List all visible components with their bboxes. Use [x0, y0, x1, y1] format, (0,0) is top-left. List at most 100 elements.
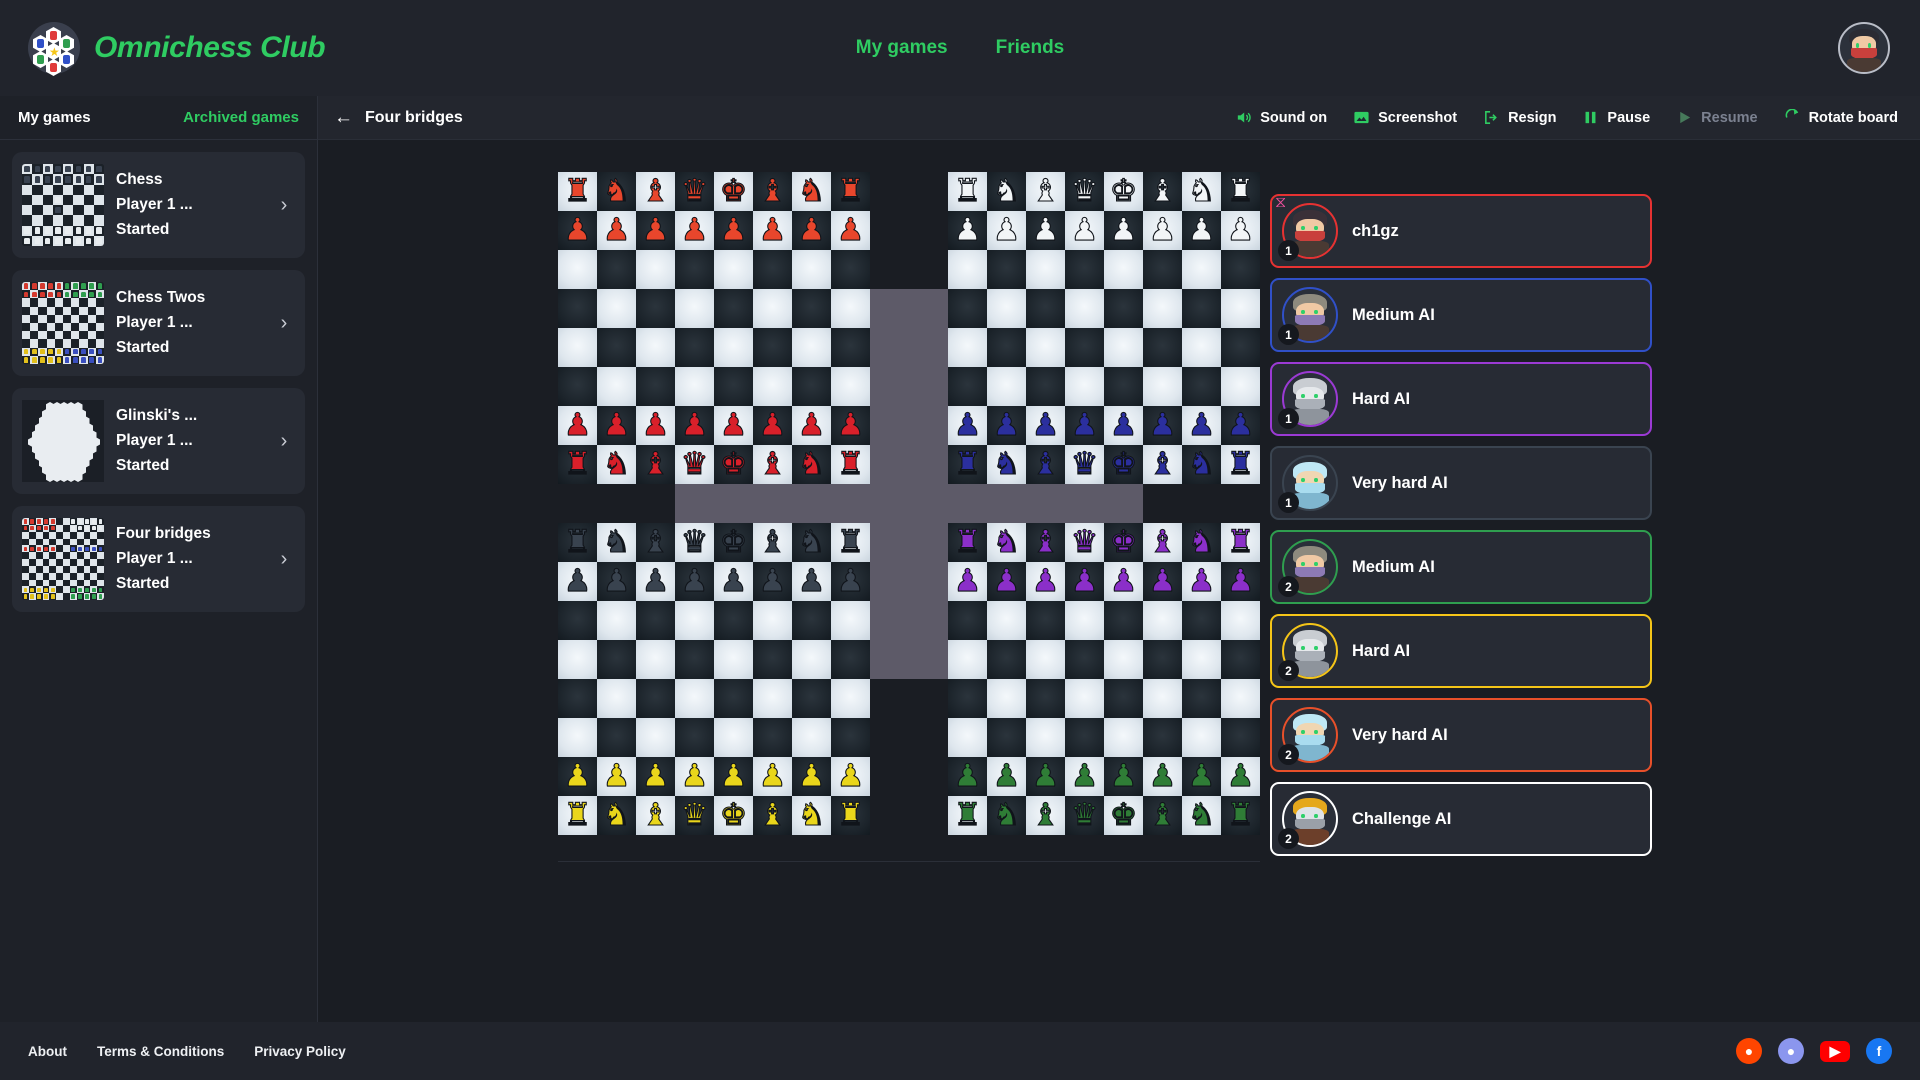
board-square[interactable]: ♝	[753, 445, 792, 484]
board-square[interactable]: ♟	[558, 406, 597, 445]
chess-piece[interactable]: ♜	[831, 523, 870, 562]
board-square[interactable]: ♟	[1026, 757, 1065, 796]
board-square[interactable]: ♟	[714, 211, 753, 250]
board-square[interactable]	[714, 250, 753, 289]
board-square[interactable]: ♟	[1104, 757, 1143, 796]
chess-piece[interactable]: ♟	[753, 562, 792, 601]
board-square[interactable]	[870, 640, 909, 679]
chess-piece[interactable]: ♚	[714, 523, 753, 562]
chess-piece[interactable]: ♟	[675, 406, 714, 445]
board-square[interactable]	[1143, 718, 1182, 757]
board-square[interactable]: ♜	[1221, 796, 1260, 835]
archived-games-link[interactable]: Archived games	[183, 109, 299, 126]
board-square[interactable]: ♟	[831, 757, 870, 796]
board-square[interactable]	[1026, 367, 1065, 406]
chess-piece[interactable]: ♟	[636, 406, 675, 445]
board-square[interactable]	[831, 367, 870, 406]
board-square[interactable]: ♞	[987, 796, 1026, 835]
board-square[interactable]	[948, 328, 987, 367]
board-square[interactable]	[831, 289, 870, 328]
chess-board[interactable]: ♜ ♞ ♝ ♛ ♚ ♝ ♞ ♜ ♜ ♞ ♝ ♛ ♚ ♝ ♞ ♜ ♟ ♟ ♟ ♟ ♟ ♟ ♟ ♟ ♟ ♟ ♟ ♟ ♟ ♟ ♟ ♟ ♟ ♟ ♟ ♟ ♟ ♟ ♟ ♟…	[558, 172, 1260, 835]
board-square[interactable]: ♞	[1182, 445, 1221, 484]
chess-piece[interactable]: ♜	[831, 445, 870, 484]
board-square[interactable]: ♟	[1065, 757, 1104, 796]
chess-piece[interactable]: ♝	[636, 523, 675, 562]
chess-piece[interactable]: ♚	[714, 172, 753, 211]
board-square[interactable]	[675, 367, 714, 406]
board-square[interactable]: ♟	[597, 757, 636, 796]
board-square[interactable]	[675, 289, 714, 328]
board-square[interactable]: ♚	[1104, 523, 1143, 562]
board-square[interactable]: ♚	[1104, 445, 1143, 484]
board-square[interactable]	[792, 718, 831, 757]
board-square[interactable]	[909, 601, 948, 640]
board-square[interactable]: ♟	[753, 562, 792, 601]
chess-piece[interactable]: ♟	[753, 757, 792, 796]
board-square[interactable]: ♞	[597, 172, 636, 211]
board-square[interactable]	[792, 640, 831, 679]
chess-piece[interactable]: ♛	[675, 523, 714, 562]
board-square[interactable]	[831, 718, 870, 757]
chess-piece[interactable]: ♞	[1182, 172, 1221, 211]
board-square[interactable]: ♜	[1221, 523, 1260, 562]
board-square[interactable]: ♟	[792, 406, 831, 445]
chess-piece[interactable]: ♞	[597, 445, 636, 484]
chess-piece[interactable]: ♟	[987, 757, 1026, 796]
chess-piece[interactable]: ♞	[987, 796, 1026, 835]
board-square[interactable]	[1182, 328, 1221, 367]
screenshot-button[interactable]: Screenshot	[1353, 109, 1457, 126]
chess-piece[interactable]: ♟	[1221, 211, 1260, 250]
chess-piece[interactable]: ♝	[753, 523, 792, 562]
board-square[interactable]	[1143, 640, 1182, 679]
chess-piece[interactable]: ♟	[1026, 562, 1065, 601]
board-square[interactable]	[1104, 601, 1143, 640]
board-square[interactable]	[636, 367, 675, 406]
board-square[interactable]: ♜	[1221, 445, 1260, 484]
board-square[interactable]: ♟	[948, 406, 987, 445]
footer-terms-link[interactable]: Terms & Conditions	[97, 1044, 224, 1059]
board-square[interactable]: ♟	[948, 757, 987, 796]
board-square[interactable]	[1143, 328, 1182, 367]
board-square[interactable]	[753, 484, 792, 523]
chess-piece[interactable]: ♜	[558, 445, 597, 484]
board-square[interactable]: ♟	[987, 562, 1026, 601]
board-square[interactable]: ♟	[636, 562, 675, 601]
chess-piece[interactable]: ♟	[558, 211, 597, 250]
board-square[interactable]	[831, 640, 870, 679]
chess-piece[interactable]: ♞	[792, 172, 831, 211]
board-square[interactable]: ♝	[753, 523, 792, 562]
board-square[interactable]	[948, 289, 987, 328]
chess-piece[interactable]: ♞	[792, 523, 831, 562]
chess-piece[interactable]: ♟	[948, 406, 987, 445]
board-square[interactable]	[1143, 601, 1182, 640]
chess-piece[interactable]: ♟	[558, 406, 597, 445]
board-square[interactable]	[792, 289, 831, 328]
board-square[interactable]	[636, 640, 675, 679]
chess-piece[interactable]: ♟	[1143, 757, 1182, 796]
chess-piece[interactable]: ♟	[831, 562, 870, 601]
board-square[interactable]	[909, 484, 948, 523]
board-square[interactable]	[987, 289, 1026, 328]
board-square[interactable]	[558, 367, 597, 406]
board-square[interactable]: ♟	[987, 211, 1026, 250]
board-square[interactable]	[1221, 601, 1260, 640]
board-square[interactable]: ♜	[558, 172, 597, 211]
board-square[interactable]	[753, 679, 792, 718]
board-square[interactable]	[1065, 484, 1104, 523]
board-square[interactable]: ♝	[753, 796, 792, 835]
chess-piece[interactable]: ♛	[1065, 523, 1104, 562]
board-square[interactable]: ♝	[1143, 796, 1182, 835]
board-square[interactable]	[1026, 250, 1065, 289]
board-square[interactable]	[870, 484, 909, 523]
board-square[interactable]: ♜	[831, 523, 870, 562]
board-square[interactable]: ♚	[714, 172, 753, 211]
board-square[interactable]: ♟	[1221, 757, 1260, 796]
board-square[interactable]	[792, 679, 831, 718]
chess-piece[interactable]: ♜	[1221, 796, 1260, 835]
board-square[interactable]: ♟	[1221, 406, 1260, 445]
board-square[interactable]	[1143, 250, 1182, 289]
board-square[interactable]: ♜	[831, 796, 870, 835]
board-square[interactable]	[792, 367, 831, 406]
chess-piece[interactable]: ♟	[831, 406, 870, 445]
board-square[interactable]	[1104, 484, 1143, 523]
